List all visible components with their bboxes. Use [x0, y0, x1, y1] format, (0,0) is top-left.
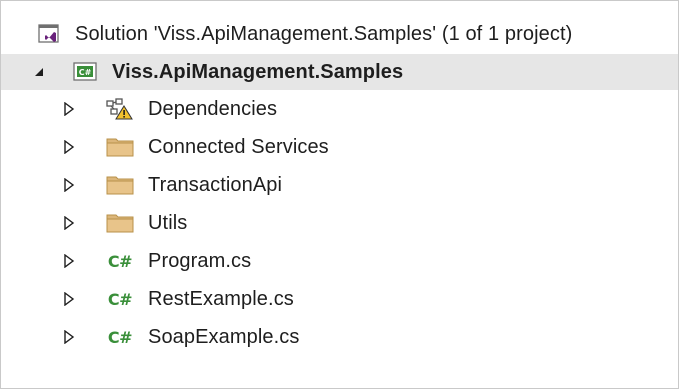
csharp-glyph: C# — [107, 251, 133, 271]
visual-studio-solution-icon — [34, 22, 64, 46]
tree-row-utils[interactable]: Utils — [1, 205, 678, 241]
collapsed-arrow-icon[interactable] — [62, 102, 76, 116]
tree-item-label: Dependencies — [148, 98, 278, 120]
tree-row-soapexample-cs[interactable]: C# SoapExample.cs — [1, 319, 678, 355]
tree-row-dependencies[interactable]: Dependencies — [1, 91, 678, 127]
folder-icon — [105, 173, 135, 197]
tree-row-transactionapi[interactable]: TransactionApi — [1, 167, 678, 203]
dependencies-warning-icon — [105, 97, 135, 121]
folder-icon — [105, 135, 135, 159]
solution-label: Solution 'Viss.ApiManagement.Samples' (1… — [75, 23, 573, 45]
tree-item-label: RestExample.cs — [148, 288, 294, 310]
csharp-glyph: C# — [107, 289, 133, 309]
tree-item-label: Program.cs — [148, 250, 252, 272]
expanded-arrow-icon[interactable] — [32, 65, 46, 79]
csharp-file-icon: C# — [105, 325, 135, 349]
tree-item-label: SoapExample.cs — [148, 326, 300, 348]
collapsed-arrow-icon[interactable] — [62, 330, 76, 344]
csharp-project-icon: C# — [70, 60, 100, 84]
tree-row-solution[interactable]: Solution 'Viss.ApiManagement.Samples' (1… — [1, 16, 678, 52]
tree-row-connected-services[interactable]: Connected Services — [1, 129, 678, 165]
project-label: Viss.ApiManagement.Samples — [112, 61, 404, 83]
csharp-file-icon: C# — [105, 287, 135, 311]
collapsed-arrow-icon[interactable] — [62, 254, 76, 268]
folder-icon — [105, 211, 135, 235]
tree-item-label: Utils — [148, 212, 188, 234]
tree-row-project[interactable]: C# Viss.ApiManagement.Samples — [1, 54, 678, 90]
tree-item-label: TransactionApi — [148, 174, 283, 196]
tree-row-restexample-cs[interactable]: C# RestExample.cs — [1, 281, 678, 317]
tree-row-program-cs[interactable]: C# Program.cs — [1, 243, 678, 279]
project-icon-glyph: C# — [79, 68, 92, 77]
tree-item-label: Connected Services — [148, 136, 329, 158]
collapsed-arrow-icon[interactable] — [62, 178, 76, 192]
collapsed-arrow-icon[interactable] — [62, 140, 76, 154]
csharp-file-icon: C# — [105, 249, 135, 273]
solution-explorer-tree: Solution 'Viss.ApiManagement.Samples' (1… — [0, 0, 679, 389]
collapsed-arrow-icon[interactable] — [62, 216, 76, 230]
collapsed-arrow-icon[interactable] — [62, 292, 76, 306]
csharp-glyph: C# — [107, 327, 133, 347]
